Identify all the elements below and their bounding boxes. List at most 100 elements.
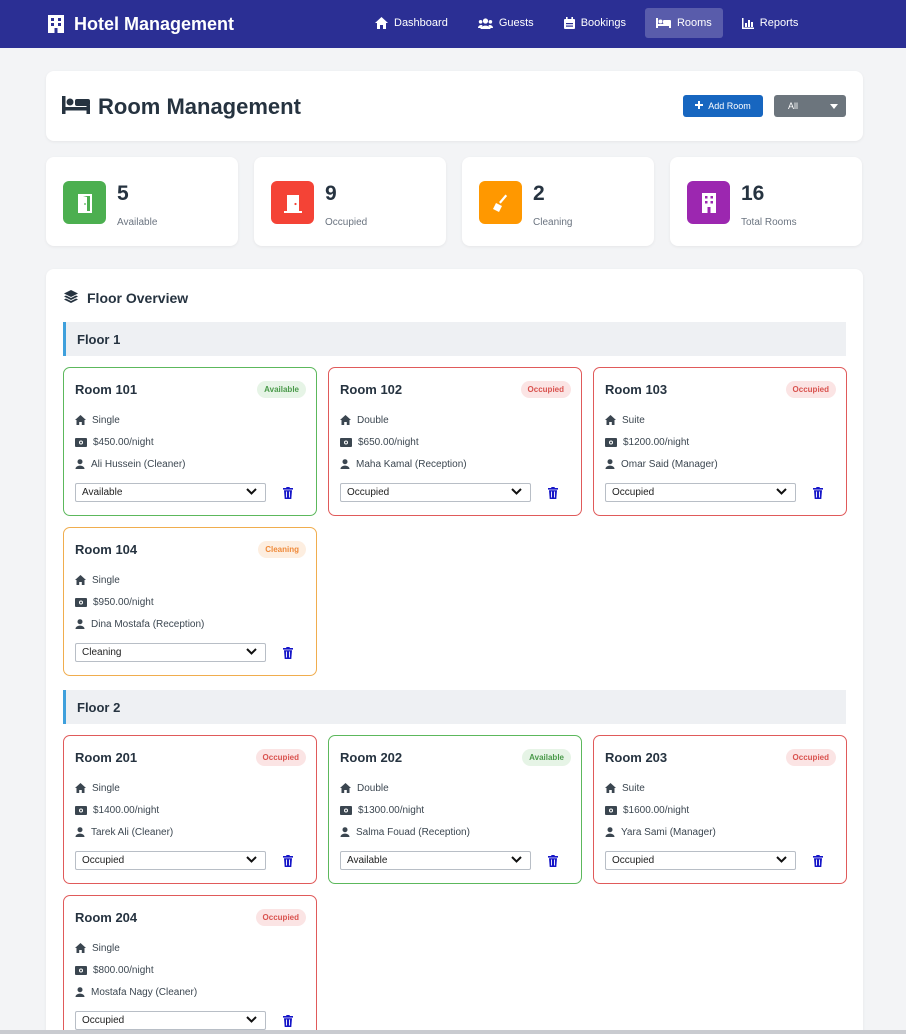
room-staff: Yara Sami (Manager) — [605, 825, 716, 839]
room-staff-text: Ali Hussein (Cleaner) — [91, 458, 186, 470]
nav-reports[interactable]: Reports — [731, 8, 810, 38]
status-badge: Cleaning — [258, 541, 306, 558]
broom-icon — [479, 181, 522, 224]
nav-rooms[interactable]: Rooms — [644, 8, 723, 38]
money-icon — [75, 597, 87, 607]
room-type-text: Single — [92, 414, 120, 426]
overview-title: Floor Overview — [64, 290, 188, 306]
room-price-text: $950.00/night — [93, 596, 154, 608]
stat-value: 16 — [741, 182, 765, 205]
room-staff-text: Salma Fouad (Reception) — [356, 826, 470, 838]
room-type-text: Double — [357, 782, 389, 794]
room-staff-text: Yara Sami (Manager) — [621, 826, 716, 838]
room-status-select[interactable]: Occupied — [605, 851, 796, 870]
user-icon — [75, 459, 85, 469]
overview-title-text: Floor Overview — [87, 290, 189, 306]
home-icon — [340, 415, 351, 425]
bed-icon — [655, 18, 671, 28]
room-card: Room 203 Occupied Suite $1600.00/night Yara … — [593, 735, 847, 884]
user-icon — [75, 827, 85, 837]
money-icon — [75, 805, 87, 815]
add-room-button[interactable]: Add Room — [683, 95, 763, 117]
filter-value: All — [788, 101, 799, 111]
room-name: Room 101 — [75, 382, 138, 397]
delete-room-button[interactable] — [813, 854, 823, 872]
add-room-label: Add Room — [708, 101, 751, 111]
room-status-select[interactable]: Occupied — [75, 1011, 266, 1030]
room-staff: Dina Mostafa (Reception) — [75, 617, 204, 631]
room-price: $1400.00/night — [75, 803, 159, 817]
caret-down-icon — [830, 101, 838, 111]
delete-room-button[interactable] — [548, 854, 558, 872]
room-name: Room 103 — [605, 382, 668, 397]
room-price-text: $1400.00/night — [93, 804, 160, 816]
status-filter-select[interactable]: All — [774, 95, 846, 117]
room-status-select[interactable]: Available — [75, 483, 266, 502]
room-price-text: $650.00/night — [358, 436, 419, 448]
room-price-text: $800.00/night — [93, 964, 154, 976]
money-icon — [75, 965, 87, 975]
room-card: Room 103 Occupied Suite $1200.00/night Omar … — [593, 367, 847, 516]
room-name: Room 201 — [75, 750, 138, 765]
room-status-select[interactable]: Occupied — [340, 483, 531, 502]
room-status-select[interactable]: Occupied — [75, 851, 266, 870]
trash-icon — [283, 646, 293, 663]
delete-room-button[interactable] — [548, 486, 558, 504]
delete-room-button[interactable] — [283, 854, 293, 872]
money-icon — [605, 437, 617, 447]
trash-icon — [283, 1014, 293, 1031]
room-price-text: $1600.00/night — [623, 804, 690, 816]
room-staff: Ali Hussein (Cleaner) — [75, 457, 185, 471]
room-type: Single — [75, 781, 120, 795]
delete-room-button[interactable] — [813, 486, 823, 504]
plus-icon — [695, 101, 704, 111]
room-status-select[interactable]: Occupied — [605, 483, 796, 502]
chevron-down-icon — [511, 487, 522, 498]
status-badge: Occupied — [255, 749, 306, 766]
room-status-value: Available — [82, 487, 123, 498]
room-type: Single — [75, 573, 120, 587]
nav-dashboard[interactable]: Dashboard — [364, 8, 459, 38]
nav-guests[interactable]: Guests — [467, 8, 545, 38]
trash-icon — [548, 854, 558, 871]
room-price: $1600.00/night — [605, 803, 689, 817]
page-title: Room Management — [62, 94, 301, 120]
room-price-text: $450.00/night — [93, 436, 154, 448]
chevron-down-icon — [246, 647, 257, 658]
stat-value: 9 — [325, 182, 337, 205]
room-price: $1300.00/night — [340, 803, 424, 817]
room-price: $1200.00/night — [605, 435, 689, 449]
delete-room-button[interactable] — [283, 486, 293, 504]
room-price: $800.00/night — [75, 963, 154, 977]
room-name: Room 102 — [340, 382, 403, 397]
room-status-value: Occupied — [82, 1015, 125, 1026]
room-price: $650.00/night — [340, 435, 419, 449]
room-type-text: Single — [92, 942, 120, 954]
room-type-text: Suite — [622, 782, 645, 794]
nav-label: Dashboard — [394, 17, 448, 29]
status-badge: Occupied — [520, 381, 571, 398]
brand[interactable]: Hotel Management — [46, 12, 234, 36]
room-staff-text: Dina Mostafa (Reception) — [91, 618, 205, 630]
home-icon — [75, 943, 86, 953]
room-status-select[interactable]: Available — [340, 851, 531, 870]
room-price: $950.00/night — [75, 595, 154, 609]
brand-title: Hotel Management — [74, 13, 235, 34]
room-staff: Salma Fouad (Reception) — [340, 825, 470, 839]
delete-room-button[interactable] — [283, 646, 293, 664]
room-price: $450.00/night — [75, 435, 154, 449]
main-nav: Dashboard Guests Bookings Rooms Reports — [364, 8, 817, 38]
room-type: Suite — [605, 413, 645, 427]
layers-icon — [64, 290, 78, 306]
home-icon — [605, 415, 616, 425]
chevron-down-icon — [246, 855, 257, 866]
status-badge: Occupied — [255, 909, 306, 926]
room-status-select[interactable]: Cleaning — [75, 643, 266, 662]
room-type-text: Single — [92, 782, 120, 794]
hotel-icon — [46, 14, 66, 34]
room-type: Single — [75, 941, 120, 955]
building-icon — [687, 181, 730, 224]
room-card: Room 101 Available Single $450.00/night Ali … — [63, 367, 317, 516]
nav-bookings[interactable]: Bookings — [553, 8, 637, 38]
room-staff-text: Maha Kamal (Reception) — [356, 458, 467, 470]
